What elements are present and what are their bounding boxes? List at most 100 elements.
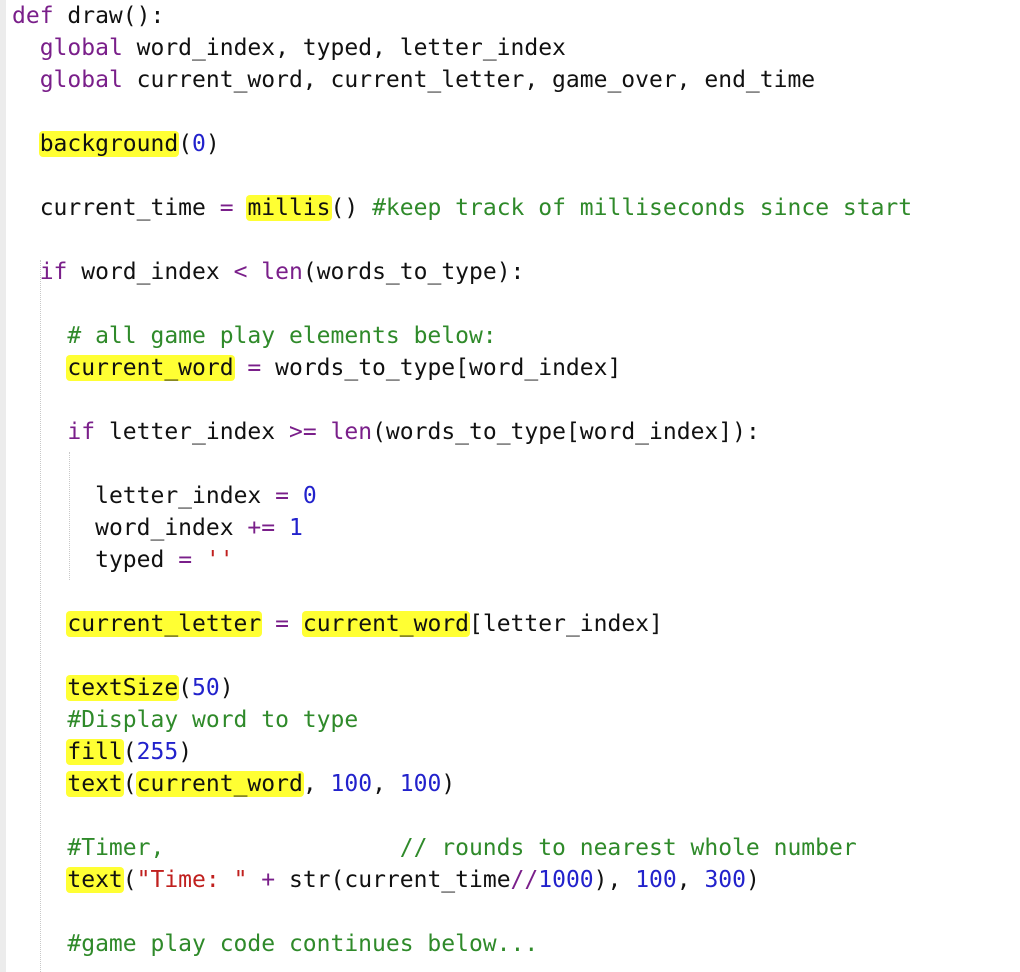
code-line[interactable] <box>12 160 1012 192</box>
code-line[interactable]: textSize(50) <box>12 672 1012 704</box>
code-token: 50 <box>192 675 220 701</box>
code-token: 1 <box>288 515 303 541</box>
code-line[interactable]: # all game play elements below: <box>12 320 1012 352</box>
code-line[interactable]: global word_index, typed, letter_index <box>12 32 1012 64</box>
code-token: word_index <box>67 259 234 285</box>
code-line[interactable]: if word_index < len(words_to_type): <box>12 256 1012 288</box>
code-line[interactable]: def draw(): <box>12 0 1012 32</box>
code-token: ( <box>122 867 137 893</box>
code-editor[interactable]: def draw(): global word_index, typed, le… <box>12 0 1012 960</box>
code-line[interactable] <box>12 576 1012 608</box>
code-line[interactable] <box>12 800 1012 832</box>
code-token: '' <box>205 547 234 573</box>
code-token: () <box>330 195 373 221</box>
code-token: background <box>38 131 180 157</box>
code-token: 0 <box>192 131 206 157</box>
code-line[interactable]: typed = '' <box>12 544 1012 576</box>
editor-gutter <box>0 0 6 972</box>
code-token: = <box>219 195 234 221</box>
code-token: // <box>510 867 539 893</box>
code-line[interactable] <box>12 384 1012 416</box>
code-token: = <box>275 483 289 509</box>
code-token: current_word <box>66 355 235 381</box>
code-token: global <box>39 67 123 93</box>
code-line[interactable]: current_time = millis() #keep track of m… <box>12 192 1012 224</box>
code-token: letter_index <box>95 483 276 509</box>
code-token: word_index, typed, letter_index <box>122 35 566 61</box>
code-token: , <box>372 771 400 797</box>
code-token: draw(): <box>53 3 165 29</box>
code-token: + <box>261 867 276 893</box>
code-line[interactable] <box>12 640 1012 672</box>
code-token: #Timer, // rounds to nearest whole numbe… <box>67 835 857 861</box>
code-line[interactable]: #Timer, // rounds to nearest whole numbe… <box>12 832 1012 864</box>
code-line[interactable] <box>12 288 1012 320</box>
code-token: (words_to_type[word_index]): <box>372 419 760 445</box>
code-line[interactable]: fill(255) <box>12 736 1012 768</box>
code-token: len <box>261 259 303 285</box>
code-line[interactable]: background(0) <box>12 128 1012 160</box>
code-token: def <box>12 3 54 29</box>
code-token: ( <box>122 739 137 765</box>
code-token: (words_to_type): <box>302 259 525 285</box>
code-token: 100 <box>399 771 442 797</box>
code-token: = <box>275 611 289 637</box>
code-token: = <box>247 355 262 381</box>
code-token: #keep track of milliseconds since start <box>372 195 913 221</box>
code-token: ( <box>178 675 193 701</box>
code-token: str(current_time <box>275 867 511 893</box>
code-line[interactable]: current_word = words_to_type[word_index] <box>12 352 1012 384</box>
code-line[interactable]: global current_word, current_letter, gam… <box>12 64 1012 96</box>
code-token: #game play code continues below... <box>67 931 539 957</box>
code-line[interactable] <box>12 448 1012 480</box>
code-token: current_word <box>135 771 304 797</box>
code-line[interactable] <box>12 896 1012 928</box>
code-token: global <box>39 35 123 61</box>
code-token: 300 <box>704 867 746 893</box>
code-token: current_word <box>301 611 471 637</box>
code-token: "Time: " <box>136 867 248 893</box>
code-token: = <box>178 547 193 573</box>
code-line[interactable]: text("Time: " + str(current_time//1000),… <box>12 864 1012 896</box>
code-token: fill <box>66 739 124 765</box>
code-line[interactable]: word_index += 1 <box>12 512 1012 544</box>
code-line[interactable]: letter_index = 0 <box>12 480 1012 512</box>
code-line[interactable]: text(current_word, 100, 100) <box>12 768 1012 800</box>
code-line[interactable] <box>12 96 1012 128</box>
code-token: 100 <box>635 867 677 893</box>
code-token: word_index <box>95 515 248 541</box>
code-token: [letter_index] <box>469 611 663 637</box>
code-token: >= <box>288 419 317 445</box>
code-token: if <box>67 419 96 445</box>
code-line[interactable]: current_letter = current_word[letter_ind… <box>12 608 1012 640</box>
code-line[interactable]: #Display word to type <box>12 704 1012 736</box>
code-token: if <box>39 259 68 285</box>
code-line[interactable]: if letter_index >= len(words_to_type[wor… <box>12 416 1012 448</box>
code-token: text <box>66 867 124 893</box>
code-token: #Display word to type <box>67 707 359 733</box>
code-token: += <box>247 515 276 541</box>
code-token: typed <box>95 547 179 573</box>
code-line[interactable] <box>12 224 1012 256</box>
code-line[interactable]: #game play code continues below... <box>12 928 1012 960</box>
code-token: ( <box>178 131 193 157</box>
code-token: ) <box>205 131 220 157</box>
